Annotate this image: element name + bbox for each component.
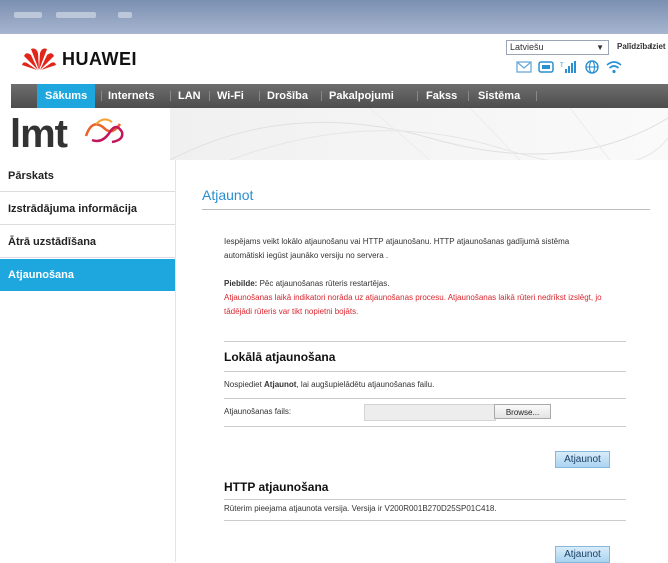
envelope-icon — [516, 61, 532, 73]
note-label: Piebilde: — [224, 279, 258, 288]
nav-security[interactable]: Drošība — [267, 84, 308, 108]
nav-divider — [417, 91, 418, 101]
language-select[interactable]: Latviešu ▼ — [506, 40, 609, 55]
nav-divider — [259, 91, 260, 101]
local-update-title: Lokālā atjaunošana — [224, 350, 336, 364]
globe-icon — [585, 60, 599, 74]
huawei-logo: HUAWEI — [22, 47, 137, 71]
chevron-down-icon: ▼ — [596, 43, 604, 52]
nav-divider — [209, 91, 210, 101]
nav-fax[interactable]: Fakss — [426, 84, 457, 108]
http-update-button[interactable]: Atjaunot — [555, 546, 610, 563]
nav-divider — [170, 91, 171, 101]
note-text: Pēc atjaunošanas rūteris restartējas. — [257, 279, 390, 288]
main-nav: Sākums Internets LAN Wi-Fi Drošība Pakal… — [11, 84, 668, 108]
nav-wifi[interactable]: Wi-Fi — [217, 84, 244, 108]
nav-services[interactable]: Pakalpojumi — [329, 84, 394, 108]
local-update-button[interactable]: Atjaunot — [555, 451, 610, 468]
language-value: Latviešu — [510, 42, 544, 52]
divider — [224, 341, 626, 342]
browse-button[interactable]: Browse... — [494, 404, 551, 419]
lmt-swirl-icon — [84, 118, 124, 144]
wifi-icon — [606, 61, 622, 74]
divider — [224, 499, 626, 500]
nav-lan[interactable]: LAN — [178, 84, 201, 108]
note: Piebilde: Pēc atjaunošanas rūteris resta… — [224, 277, 644, 319]
banner-decoration — [169, 108, 668, 160]
nav-system[interactable]: Sistēma — [478, 84, 520, 108]
nav-divider — [468, 91, 469, 101]
local-update-instruction: Nospiediet Atjaunot, lai augšupielādētu … — [224, 378, 434, 392]
huawei-petals-icon — [22, 48, 56, 70]
nav-divider — [321, 91, 322, 101]
sidebar-item-update[interactable]: Atjaunošana — [0, 259, 175, 291]
file-label: Atjaunošanas fails: — [224, 407, 292, 416]
divider — [224, 371, 626, 372]
sidebar-item-product-info[interactable]: Izstrādājuma informācija — [0, 193, 175, 225]
description: Iespējams veikt lokālo atjaunošanu vai H… — [224, 235, 624, 263]
warning-line: Atjaunošanas laikā indikatori norāda uz … — [224, 293, 602, 302]
operator-banner: lmt — [0, 108, 668, 160]
http-update-title: HTTP atjaunošana — [224, 480, 329, 494]
http-update-info: Rūterim pieejama atjaunota versija. Vers… — [224, 504, 497, 513]
help-link[interactable]: Palīdzība — [617, 42, 652, 51]
brand-name: HUAWEI — [62, 48, 137, 69]
sidebar-item-overview[interactable]: Pārskats — [0, 160, 175, 192]
sim-icon — [538, 61, 554, 73]
sidebar: Pārskats Izstrādājuma informācija Ātrā u… — [0, 160, 176, 562]
main-content: Atjaunot Iespējams veikt lokālo atjaunoš… — [176, 160, 668, 563]
header: HUAWEI Latviešu ▼ Palīdzība Iziet T — [0, 34, 668, 84]
description-line: Iespējams veikt lokālo atjaunošanu vai H… — [224, 237, 570, 246]
nav-internet[interactable]: Internets — [108, 84, 154, 108]
divider — [224, 426, 626, 427]
nav-home[interactable]: Sākums — [37, 84, 96, 108]
svg-text:T: T — [560, 63, 564, 69]
description-line: automātiski iegūst jaunāko versiju no se… — [224, 251, 389, 260]
status-icons: T — [516, 60, 622, 74]
divider — [224, 520, 626, 521]
lmt-logo: lmt — [10, 112, 68, 156]
signal-icon: T — [560, 61, 576, 73]
instruction-bold: Atjaunot — [264, 380, 297, 389]
divider — [202, 209, 650, 210]
nav-divider — [101, 91, 102, 101]
divider — [224, 398, 626, 399]
instruction-pre: Nospiediet — [224, 380, 265, 389]
sidebar-item-quick-setup[interactable]: Ātrā uzstādīšana — [0, 226, 175, 258]
warning-line: tādējādi rūteris var tikt nopietni bojāt… — [224, 307, 359, 316]
instruction-post: , lai augšupielādētu atjaunošanas failu. — [296, 380, 435, 389]
file-path-input[interactable] — [364, 404, 496, 421]
title-strip — [0, 0, 668, 34]
page-title: Atjaunot — [202, 187, 254, 203]
logout-link[interactable]: Iziet — [650, 42, 666, 51]
nav-divider — [536, 91, 537, 101]
note-line: Piebilde: Pēc atjaunošanas rūteris resta… — [224, 277, 644, 291]
